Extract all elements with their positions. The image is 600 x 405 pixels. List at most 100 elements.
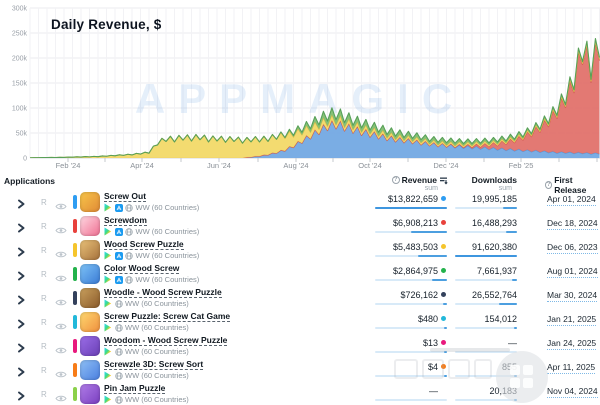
app-icon[interactable] [80, 192, 100, 212]
expand-chevron-icon[interactable] [16, 317, 26, 335]
worldwide-icon [125, 275, 133, 284]
app-row[interactable]: R Screwzle 3D: Screw Sort WW (60 Countries… [0, 358, 600, 382]
downloads-bar [455, 327, 517, 329]
downloads-column-header[interactable]: Downloads [435, 175, 517, 185]
app-name-link[interactable]: Screwzle 3D: Screw Sort [104, 359, 204, 370]
revenue-value: $2,864,975 [392, 266, 438, 276]
revenue-bar [375, 375, 447, 377]
expand-chevron-icon[interactable] [16, 365, 26, 383]
downloads-bar [455, 303, 517, 305]
x-axis-tick: Feb '24 [56, 161, 81, 170]
appmagic-dashboard: 300k 250k 200k 150k 100k 50k 0 APPMAGIC Feb '24 A… [0, 0, 600, 405]
first-release-date: Jan 24, 2025 [547, 338, 597, 350]
expand-chevron-icon[interactable] [16, 293, 26, 311]
daily-revenue-chart[interactable]: 300k 250k 200k 150k 100k 50k 0 APPMAGIC Feb '24 A… [0, 0, 600, 172]
app-platforms: WW (60 Countries) [104, 299, 189, 308]
downloads-value: 16,488,293 [471, 218, 517, 228]
downloads-value: 91,620,380 [471, 242, 517, 252]
app-name-link[interactable]: Color Wood Screw [104, 263, 180, 274]
help-icon[interactable]: ? [391, 176, 400, 184]
app-row[interactable]: R Woodom - Wood Screw Puzzle WW (60 Countr… [0, 334, 600, 358]
released-badge: R [41, 342, 47, 351]
app-icon[interactable] [80, 336, 100, 356]
app-platforms: WW (60 Countries) [104, 347, 189, 356]
downloads-value: 26,552,764 [471, 290, 517, 300]
app-icon[interactable] [80, 264, 100, 284]
y-axis-tick: 150k [12, 81, 28, 88]
expand-chevron-icon[interactable] [16, 389, 26, 405]
revenue-bar [375, 279, 447, 281]
first-release-date: Jan 21, 2025 [547, 314, 597, 326]
expand-chevron-icon[interactable] [16, 221, 26, 239]
expand-chevron-icon[interactable] [16, 341, 26, 359]
app-icon[interactable] [80, 288, 100, 308]
app-icon[interactable] [80, 360, 100, 380]
app-row[interactable]: R Woodle - Wood Screw Puzzle WW (60 Countr… [0, 286, 600, 310]
series-color-bar [73, 267, 77, 281]
downloads-value: 19,995,185 [471, 194, 517, 204]
region-label: WW (60 Countries) [125, 323, 189, 332]
app-platforms: WW (60 Countries) [104, 371, 189, 380]
region-label: WW (60 Countries) [135, 227, 200, 236]
app-platforms: WW (60 Countries) [104, 275, 199, 284]
app-name-link[interactable]: Woodom - Wood Screw Puzzle [104, 335, 228, 346]
expand-chevron-icon[interactable] [16, 197, 26, 215]
worldwide-icon [114, 395, 123, 404]
series-color-bar [73, 315, 77, 329]
app-store-icon [114, 203, 123, 212]
chart-title: Daily Revenue, $ [51, 17, 162, 32]
app-name-link[interactable]: Screwdom [104, 215, 147, 226]
revenue-column-label: Revenue [401, 175, 437, 185]
series-color-bar [73, 291, 77, 305]
first-release-date: Dec 18, 2024 [547, 218, 598, 230]
app-platforms: WW (60 Countries) [104, 395, 189, 404]
app-row[interactable]: R Wood Screw Puzzle WW (60 Countries) $5,48… [0, 238, 600, 262]
app-name-link[interactable]: Screw Puzzle: Screw Cat Game [104, 311, 231, 322]
released-badge: R [41, 294, 47, 303]
worldwide-icon [125, 227, 133, 236]
worldwide-icon [114, 371, 123, 380]
applications-header: Applications [4, 176, 56, 186]
app-name-link[interactable]: Woodle - Wood Screw Puzzle [104, 287, 222, 298]
app-icon[interactable] [80, 312, 100, 332]
region-label: WW (60 Countries) [125, 299, 189, 308]
app-row[interactable]: R Screw Puzzle: Screw Cat Game WW (60 Coun… [0, 310, 600, 334]
downloads-value: 7,661,937 [476, 266, 517, 276]
app-row[interactable]: R Pin Jam Puzzle WW (60 Countries) — 20,183 N… [0, 382, 600, 405]
released-badge: R [41, 270, 47, 279]
series-color-bar [73, 339, 77, 353]
app-name-link[interactable]: Screw Out [104, 191, 147, 202]
y-axis-tick: 250k [12, 31, 28, 38]
region-label: WW (60 Countries) [135, 251, 200, 260]
revenue-value: $480 [417, 314, 438, 324]
revenue-value: $13 [422, 338, 438, 348]
google-play-icon [104, 323, 112, 332]
app-row[interactable]: R Screwdom WW (60 Countries) $6,908,213 16,4… [0, 214, 600, 238]
app-name-link[interactable]: Pin Jam Puzzle [104, 383, 166, 394]
app-icon[interactable] [80, 384, 100, 404]
app-platforms: WW (60 Countries) [104, 227, 199, 236]
expand-chevron-icon[interactable] [16, 269, 26, 287]
downloads-column-label: Downloads [471, 175, 517, 185]
revenue-bar [375, 399, 447, 401]
x-axis-tick: Oct '24 [358, 161, 382, 170]
google-play-icon [104, 371, 112, 380]
app-name-link[interactable]: Wood Screw Puzzle [104, 239, 184, 250]
app-row[interactable]: R Color Wood Screw WW (60 Countries) $2,864… [0, 262, 600, 286]
app-store-icon [114, 227, 123, 236]
series-color-bar [73, 243, 77, 257]
app-icon[interactable] [80, 240, 100, 260]
revenue-value: $6,908,213 [392, 218, 438, 228]
revenue-value: $4 [427, 362, 438, 372]
released-badge: R [41, 222, 47, 231]
app-row[interactable]: R Screw Out WW (60 Countries) $13,822,659 19… [0, 190, 600, 214]
y-axis-tick: 0 [23, 156, 27, 163]
first-release-date: Apr 11, 2025 [547, 362, 596, 374]
expand-chevron-icon[interactable] [16, 245, 26, 263]
first-release-date: Dec 06, 2023 [547, 242, 598, 254]
y-axis-tick: 50k [16, 131, 28, 138]
app-icon[interactable] [80, 216, 100, 236]
google-play-icon [104, 275, 112, 284]
visibility-eye-icon[interactable] [55, 390, 67, 405]
help-icon[interactable]: ? [545, 181, 553, 189]
